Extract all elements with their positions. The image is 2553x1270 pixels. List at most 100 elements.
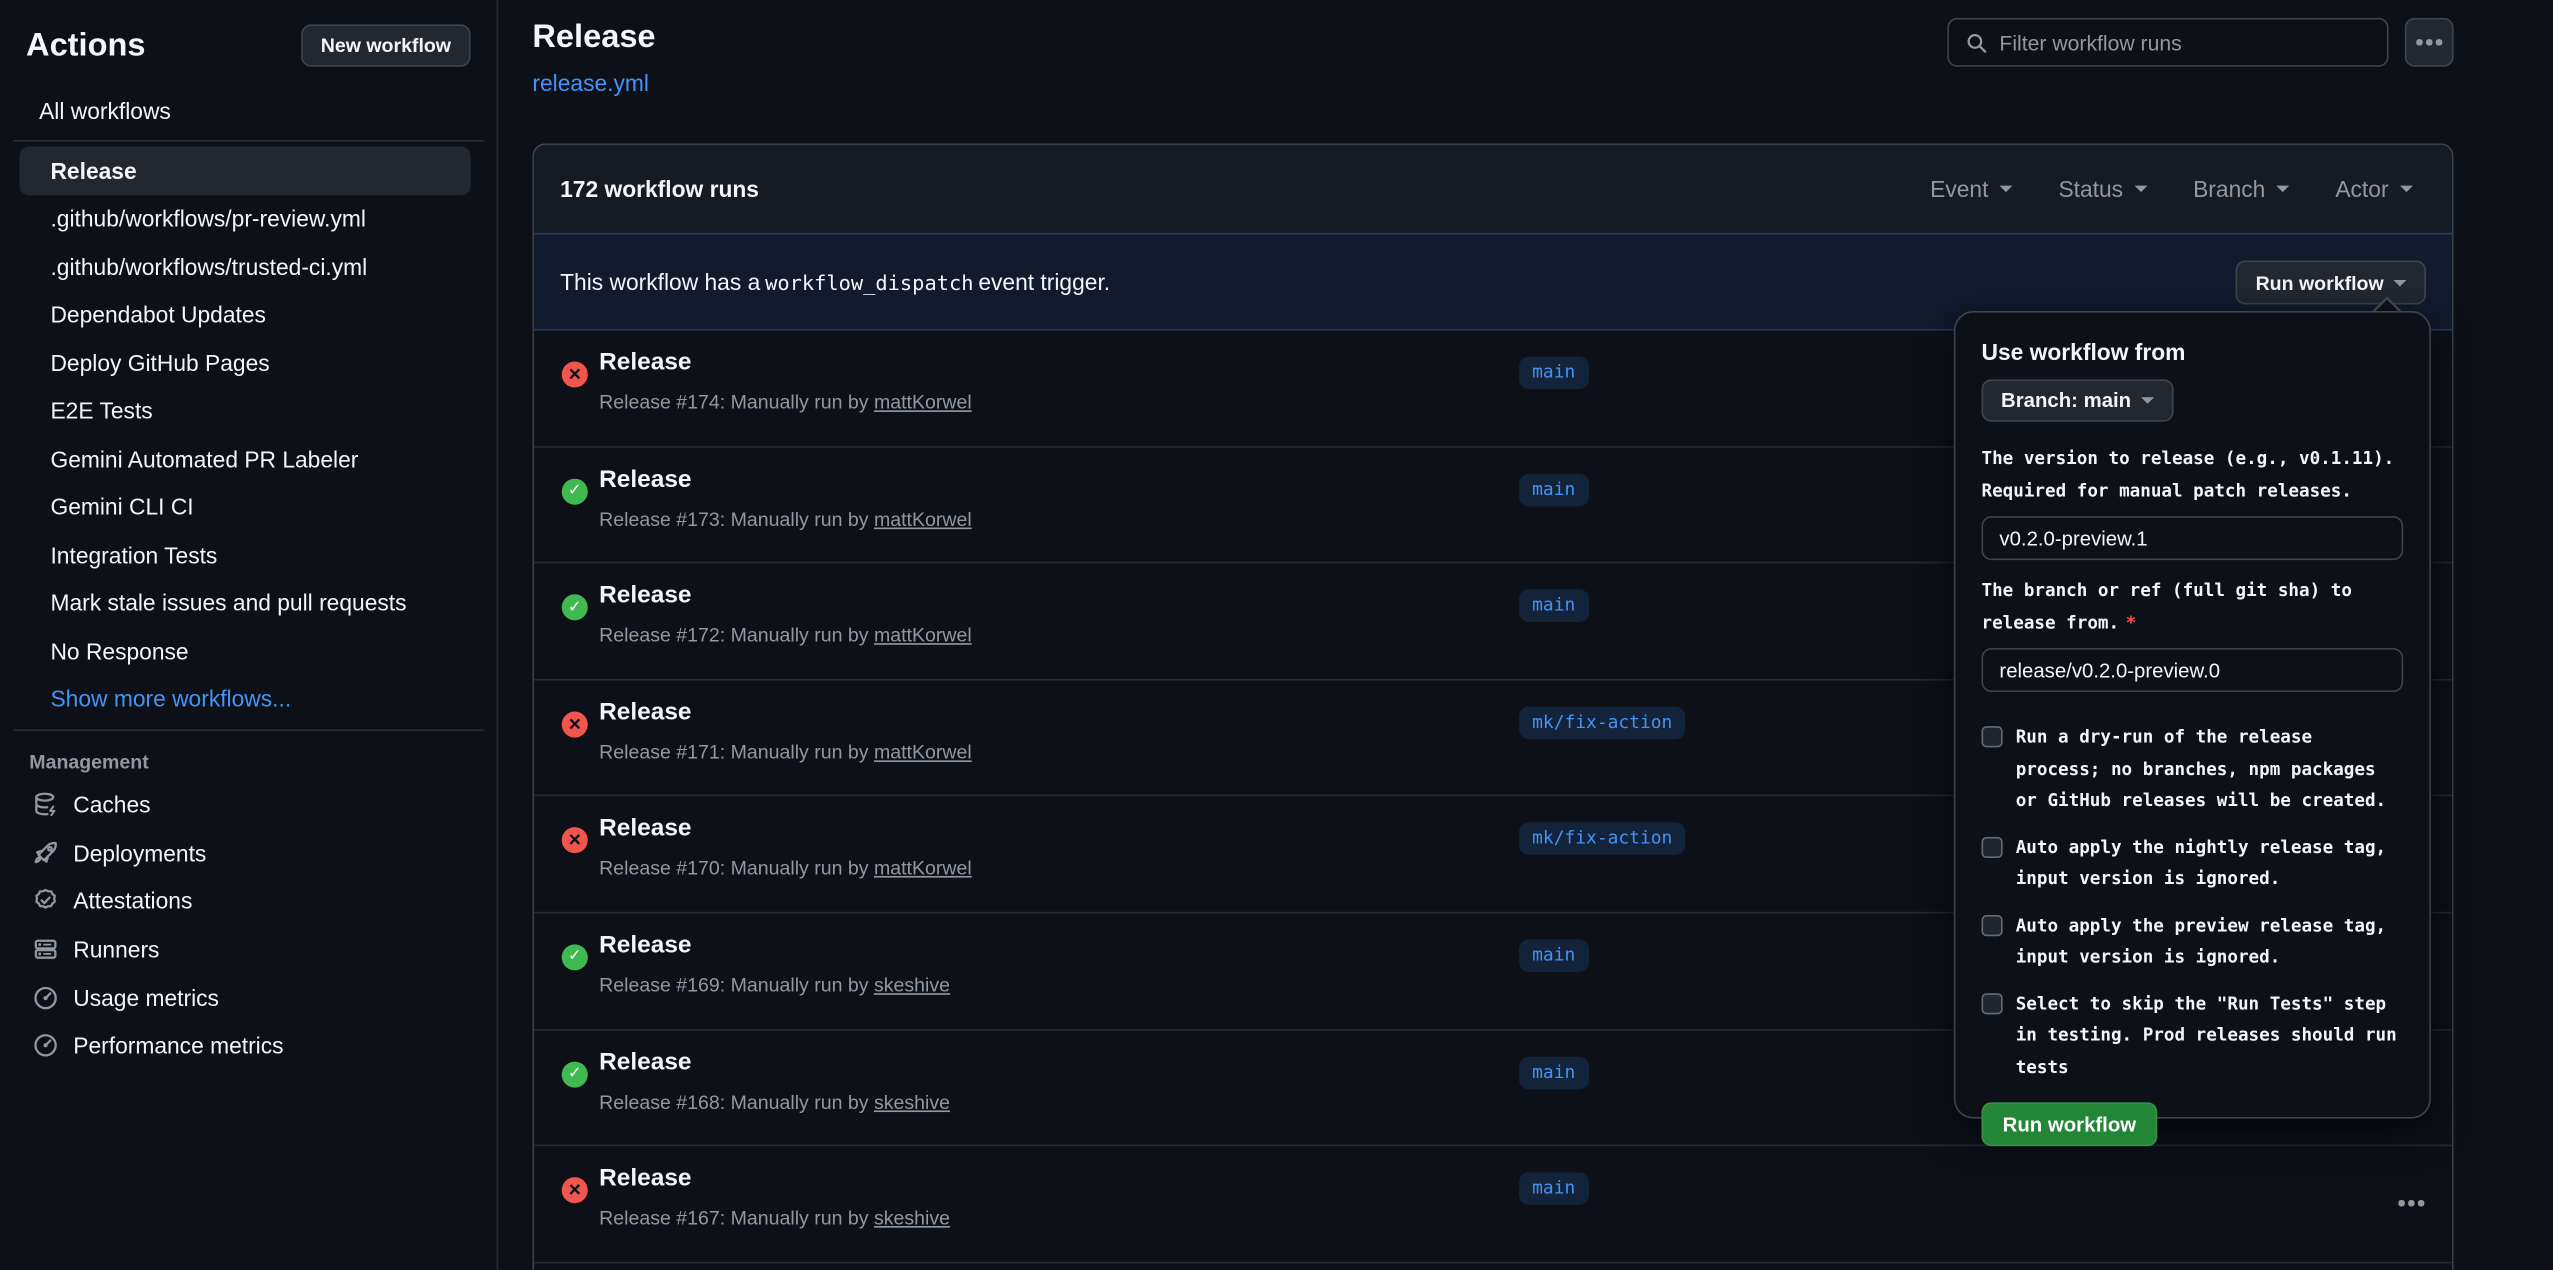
run-title-link[interactable]: Release	[599, 815, 691, 843]
sidebar-workflow-item[interactable]: Show more workflows...	[20, 675, 471, 723]
run-workflow-submit-button[interactable]: Run workflow	[1982, 1102, 2158, 1146]
sidebar-workflow-item[interactable]: Gemini CLI CI	[20, 483, 471, 531]
workflow-run-row[interactable]: Release Release #167: Manually run by sk…	[534, 1147, 2452, 1264]
workflow-item-label: Show more workflows...	[50, 686, 291, 712]
run-title-link[interactable]: Release	[599, 582, 691, 610]
workflow-input-checkbox-row[interactable]: Select to skip the "Run Tests" step in t…	[1982, 987, 2404, 1082]
branch-badge[interactable]: mk/fix-action	[1519, 823, 1685, 856]
run-status-icon	[562, 711, 588, 737]
branch-badge[interactable]: main	[1519, 590, 1588, 623]
workflow-list: Release .github/workflows/pr-review.yml …	[0, 147, 497, 723]
sidebar-divider	[13, 140, 484, 142]
run-title-link[interactable]: Release	[599, 931, 691, 959]
checkbox-label: Run a dry-run of the release process; no…	[2016, 721, 2386, 816]
workflow-item-label: No Response	[50, 638, 188, 664]
server-icon	[33, 936, 59, 962]
run-author-link[interactable]: mattKorwel	[874, 507, 972, 530]
filter-runs-input[interactable]	[1999, 30, 2370, 54]
verified-icon	[33, 888, 59, 914]
sidebar-item-all-workflows[interactable]: All workflows	[26, 88, 470, 134]
run-options-button[interactable]	[2390, 1186, 2432, 1222]
run-filters: Event Status Branch	[1930, 176, 2413, 202]
meter-icon	[33, 984, 59, 1010]
sidebar-workflow-item[interactable]: Gemini Automated PR Labeler	[20, 435, 471, 483]
sidebar-workflow-item[interactable]: Dependabot Updates	[20, 291, 471, 339]
run-author-link[interactable]: mattKorwel	[874, 391, 972, 414]
workflow-input-checkbox-row[interactable]: Auto apply the preview release tag, inpu…	[1982, 909, 2404, 972]
branch-badge[interactable]: main	[1519, 939, 1588, 972]
run-author-link[interactable]: skeshive	[874, 1207, 950, 1230]
filter-dropdown[interactable]: Event	[1930, 176, 2013, 202]
run-status-icon	[562, 595, 588, 621]
filter-dropdown[interactable]: Branch	[2193, 176, 2290, 202]
workflow-item-label: Gemini Automated PR Labeler	[50, 446, 358, 472]
sidebar-management-item[interactable]: Performance metrics	[20, 1022, 461, 1070]
filter-runs-search[interactable]	[1947, 18, 2388, 67]
checkbox[interactable]	[1982, 992, 2003, 1013]
run-author-link[interactable]: mattKorwel	[874, 740, 972, 763]
filter-dropdown[interactable]: Status	[2058, 176, 2147, 202]
workflow-item-label: .github/workflows/trusted-ci.yml	[50, 254, 367, 280]
main-content: Release release.yml 172 workflow runs Ev…	[498, 0, 2553, 1270]
checkbox[interactable]	[1982, 836, 2003, 857]
banner-text: This workflow has a	[560, 269, 760, 295]
run-title-link[interactable]: Release	[599, 465, 691, 493]
branch-badge[interactable]: main	[1519, 1056, 1588, 1089]
management-item-label: Deployments	[73, 839, 206, 865]
run-description: Release #172: Manually run by mattKorwel	[599, 624, 972, 647]
sidebar-workflow-item[interactable]: E2E Tests	[20, 387, 471, 435]
banner-code: workflow_dispatch	[765, 269, 973, 293]
version-input[interactable]	[1982, 516, 2404, 560]
run-author-link[interactable]: mattKorwel	[874, 624, 972, 647]
workflow-input-checkbox-row[interactable]: Run a dry-run of the release process; no…	[1982, 721, 2404, 816]
run-title-link[interactable]: Release	[599, 348, 691, 376]
panel-caret	[2372, 296, 2401, 311]
run-title-link[interactable]: Release	[599, 1164, 691, 1192]
page-title-actions: Actions	[26, 27, 145, 64]
sidebar-workflow-item[interactable]: .github/workflows/trusted-ci.yml	[20, 243, 471, 291]
run-status-icon	[562, 478, 588, 504]
workflow-file-link[interactable]: release.yml	[532, 70, 649, 96]
workflow-item-label: Integration Tests	[50, 542, 217, 568]
ref-input[interactable]	[1982, 648, 2404, 692]
branch-badge[interactable]: mk/fix-action	[1519, 706, 1685, 739]
sidebar-management-item[interactable]: Attestations	[20, 877, 461, 925]
run-workflow-panel: Use workflow from Branch: main The versi…	[1954, 311, 2431, 1119]
run-author-link[interactable]: skeshive	[874, 974, 950, 997]
sidebar-management-item[interactable]: Runners	[20, 925, 461, 973]
run-author-link[interactable]: skeshive	[874, 1090, 950, 1113]
sidebar-workflow-item[interactable]: No Response	[20, 627, 471, 675]
sidebar-management-item[interactable]: Usage metrics	[20, 973, 461, 1021]
sidebar-workflow-item[interactable]: Integration Tests	[20, 531, 471, 579]
workflow-input-checkbox-row[interactable]: Auto apply the nightly release tag, inpu…	[1982, 831, 2404, 894]
workflow-options-button[interactable]	[2405, 18, 2454, 67]
filter-dropdown[interactable]: Actor	[2335, 176, 2413, 202]
branch-select[interactable]: Branch: main	[1982, 379, 2174, 421]
database-icon	[33, 791, 59, 817]
branch-badge[interactable]: main	[1519, 1173, 1588, 1206]
run-status-icon	[562, 1061, 588, 1087]
run-status-icon	[562, 828, 588, 854]
meter-icon	[33, 1033, 59, 1059]
run-title-link[interactable]: Release	[599, 1048, 691, 1076]
sidebar-workflow-item[interactable]: Deploy GitHub Pages	[20, 339, 471, 387]
new-workflow-button[interactable]: New workflow	[301, 24, 470, 66]
branch-badge[interactable]: main	[1519, 473, 1588, 506]
checkbox[interactable]	[1982, 726, 2003, 747]
workflow-item-label: Gemini CLI CI	[50, 494, 193, 520]
sidebar-workflow-item[interactable]: Release	[20, 147, 471, 195]
run-description: Release #173: Manually run by mattKorwel	[599, 507, 972, 530]
sidebar-workflow-item[interactable]: Mark stale issues and pull requests	[20, 579, 471, 627]
sidebar-management-item[interactable]: Deployments	[20, 828, 461, 876]
workflow-page-title: Release	[532, 20, 655, 57]
branch-badge[interactable]: main	[1519, 357, 1588, 390]
filter-label: Branch	[2193, 176, 2265, 202]
run-author-link[interactable]: mattKorwel	[874, 857, 972, 880]
filter-label: Event	[1930, 176, 1988, 202]
sidebar-management-item[interactable]: Caches	[20, 780, 461, 828]
sidebar-header: Actions New workflow	[0, 0, 497, 85]
sidebar-workflow-item[interactable]: .github/workflows/pr-review.yml	[20, 195, 471, 243]
management-item-label: Attestations	[73, 888, 192, 914]
run-title-link[interactable]: Release	[599, 698, 691, 726]
checkbox[interactable]	[1982, 914, 2003, 935]
